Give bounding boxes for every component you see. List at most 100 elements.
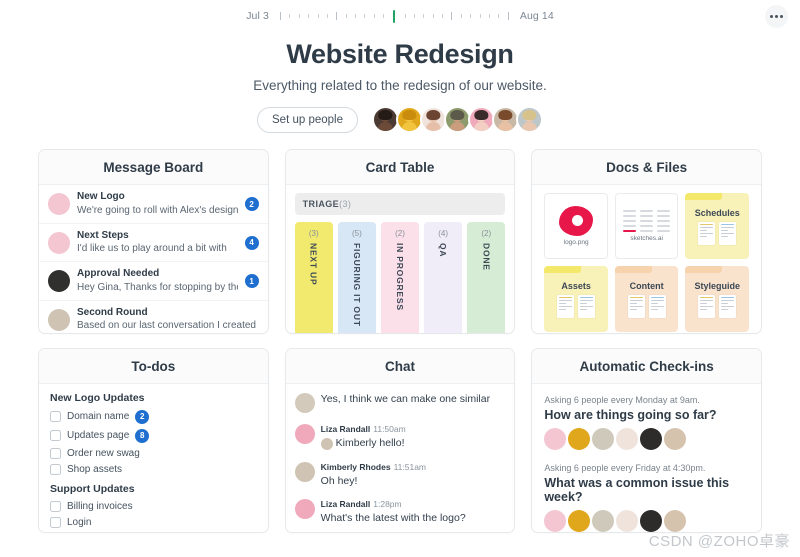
set-up-people-button[interactable]: Set up people bbox=[257, 106, 358, 133]
chat-timestamp: 11:50am bbox=[373, 424, 406, 435]
avatar[interactable] bbox=[640, 428, 663, 451]
chat-row[interactable]: Liza Randall 1:28pm What's the latest with… bbox=[294, 494, 506, 531]
todo-item[interactable]: Updates page 8 bbox=[50, 426, 257, 445]
avatar[interactable] bbox=[48, 231, 70, 254]
chat-author: Liza Randall bbox=[320, 498, 371, 509]
avatar[interactable] bbox=[592, 510, 615, 533]
mini-doc-icon bbox=[698, 221, 716, 245]
mini-doc-icon bbox=[557, 294, 575, 318]
card-table-column[interactable]: (3) NEXT UP bbox=[294, 222, 333, 334]
ellipsis-icon[interactable] bbox=[765, 5, 788, 28]
avatar[interactable] bbox=[568, 510, 591, 533]
checkin-block[interactable]: Asking 6 people every Monday at 9am. How … bbox=[544, 395, 749, 451]
column-label: FIGURING IT OUT bbox=[351, 243, 362, 328]
todo-label: Login bbox=[67, 516, 92, 528]
triage-column-header[interactable]: TRIAGE(3) bbox=[294, 193, 506, 216]
todo-item[interactable]: Help pages1 bbox=[50, 530, 257, 532]
todo-checkbox[interactable] bbox=[50, 516, 61, 528]
avatar[interactable] bbox=[395, 106, 423, 134]
message-row[interactable]: Second Round Based on our last conversati… bbox=[39, 301, 268, 334]
avatar[interactable] bbox=[48, 308, 70, 331]
message-snippet: We're going to roll with Alex's design bbox=[77, 204, 238, 216]
avatar[interactable] bbox=[371, 106, 399, 134]
todo-item[interactable]: Login bbox=[50, 514, 257, 530]
card-table-column[interactable]: (5) FIGURING IT OUT bbox=[337, 222, 376, 334]
avatar[interactable] bbox=[544, 510, 567, 533]
todo-group-title: Support Updates bbox=[50, 483, 135, 496]
avatar[interactable] bbox=[48, 193, 70, 216]
docs-files-grid[interactable]: logo.png sketches.ai Schedules Assets Conten… bbox=[532, 185, 761, 333]
message-row[interactable]: Next Steps I'd like us to play around a b… bbox=[39, 224, 268, 263]
todo-checkbox[interactable] bbox=[50, 500, 61, 512]
todo-checkbox[interactable] bbox=[50, 411, 61, 423]
avatar[interactable] bbox=[616, 510, 639, 533]
tools-grid: Message Board New Logo We're going to rol… bbox=[0, 149, 800, 534]
column-count: (3) bbox=[308, 229, 319, 239]
mini-doc-icon bbox=[648, 294, 666, 318]
card-table-column[interactable]: (2) DONE bbox=[467, 222, 506, 334]
chat-thread[interactable]: Yes, I think we can make one similar Liza… bbox=[286, 384, 515, 532]
avatar[interactable] bbox=[616, 428, 639, 451]
chat-timestamp: 11:51am bbox=[393, 461, 427, 472]
card-table-column[interactable]: (4) QA bbox=[424, 222, 463, 334]
doc-folder[interactable]: Assets bbox=[544, 266, 608, 333]
doc-folder[interactable]: Styleguide bbox=[685, 266, 749, 333]
todo-item[interactable]: Shop assets bbox=[50, 461, 257, 477]
chat-message-text: Yes, I think we can make one similar bbox=[320, 393, 491, 406]
doc-folder[interactable]: Content bbox=[614, 266, 679, 333]
chat-row[interactable]: Liza Randall 11:50am Kimberly hello! bbox=[294, 419, 506, 456]
doc-caption: logo.png bbox=[563, 239, 589, 247]
mini-doc-icon bbox=[578, 294, 596, 318]
card-docs-files[interactable]: Docs & Files logo.png sketches.ai Schedule… bbox=[531, 149, 762, 335]
unread-badge: 4 bbox=[244, 235, 259, 250]
avatar[interactable] bbox=[443, 106, 471, 134]
card-title-message-board: Message Board bbox=[39, 150, 268, 186]
chat-author: Liza Randall bbox=[320, 424, 371, 435]
avatar[interactable] bbox=[568, 428, 591, 451]
todo-item[interactable]: Domain name 2 bbox=[50, 407, 257, 426]
message-board-list[interactable]: New Logo We're going to roll with Alex's … bbox=[39, 185, 268, 333]
todo-checkbox[interactable] bbox=[50, 430, 61, 442]
card-table-column[interactable]: (2) IN PROGRESS bbox=[380, 222, 420, 334]
todo-item[interactable]: Billing invoices bbox=[50, 498, 257, 514]
avatar[interactable] bbox=[294, 461, 315, 482]
card-card-table[interactable]: Card Table TRIAGE(3) (3) NEXT UP (5) FIGURI… bbox=[284, 149, 516, 335]
doc-file[interactable]: sketches.ai bbox=[614, 193, 679, 260]
message-title: New Logo bbox=[77, 191, 125, 203]
chat-row[interactable]: Kimberly Rhodes1:30pmNothing to report a… bbox=[295, 531, 506, 532]
column-count: (2) bbox=[395, 229, 405, 239]
avatar[interactable] bbox=[467, 106, 495, 134]
checkins-list[interactable]: Asking 6 people every Monday at 9am. How … bbox=[532, 384, 761, 533]
avatar[interactable] bbox=[294, 393, 315, 414]
message-row[interactable]: Approval Needed Hey Gina, Thanks for stop… bbox=[39, 262, 268, 301]
avatar[interactable] bbox=[48, 270, 70, 293]
card-message-board[interactable]: Message Board New Logo We're going to rol… bbox=[38, 149, 269, 335]
message-row[interactable]: New Logo We're going to roll with Alex's … bbox=[39, 185, 268, 224]
avatar[interactable] bbox=[515, 106, 543, 134]
todo-checkbox[interactable] bbox=[50, 447, 61, 459]
doc-folder[interactable]: Schedules bbox=[685, 193, 749, 260]
page-subtitle: Everything related to the redesign of ou… bbox=[253, 78, 547, 94]
card-table-board[interactable]: TRIAGE(3) (3) NEXT UP (5) FIGURING IT OUT (2… bbox=[286, 185, 515, 334]
card-todos[interactable]: To-dos New Logo Updates Domain name 2 Updat… bbox=[38, 348, 269, 534]
doc-file[interactable]: logo.png bbox=[544, 193, 608, 260]
avatar[interactable] bbox=[491, 106, 519, 134]
avatar[interactable] bbox=[294, 424, 315, 445]
checkin-block[interactable]: Asking 6 people every Friday at 4:30pm. W… bbox=[544, 463, 749, 533]
card-automatic-checkins[interactable]: Automatic Check-ins Asking 6 people ever… bbox=[531, 348, 762, 534]
todo-checkbox[interactable] bbox=[50, 463, 61, 475]
avatar[interactable] bbox=[419, 106, 447, 134]
avatar[interactable] bbox=[544, 428, 567, 451]
timeline-start-label: Jul 3 bbox=[246, 10, 269, 22]
card-chat[interactable]: Chat Yes, I think we can make one simila… bbox=[284, 348, 516, 534]
chat-row-partial[interactable]: Yes, I think we can make one similar bbox=[294, 388, 506, 419]
todo-badge: 2 bbox=[135, 409, 150, 424]
chat-row[interactable]: Kimberly Rhodes 11:51am Oh hey! bbox=[294, 457, 506, 494]
avatar[interactable] bbox=[592, 428, 615, 451]
todos-list[interactable]: New Logo Updates Domain name 2 Updates page… bbox=[39, 384, 268, 532]
avatar[interactable] bbox=[664, 428, 687, 451]
todo-item[interactable]: Order new swag bbox=[50, 445, 257, 461]
project-timeline[interactable]: Jul 3 Aug 14 bbox=[246, 9, 554, 23]
card-title-docs-files: Docs & Files bbox=[532, 150, 761, 186]
avatar[interactable] bbox=[294, 498, 315, 519]
